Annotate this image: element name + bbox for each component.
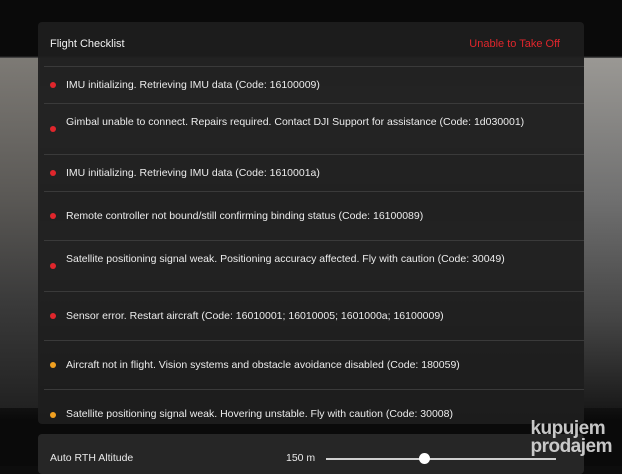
checklist-item-text: Aircraft not in flight. Vision systems a… [66, 359, 460, 371]
checklist-item: Gimbal unable to connect. Repairs requir… [44, 103, 584, 154]
rth-altitude-slider[interactable] [326, 458, 556, 460]
panel-header: Flight Checklist Unable to Take Off [38, 22, 584, 66]
checklist-item-text: IMU initializing. Retrieving IMU data (C… [66, 79, 320, 91]
flight-checklist-panel: Flight Checklist Unable to Take Off IMU … [38, 22, 584, 424]
checklist-item: Satellite positioning signal weak. Posit… [44, 240, 584, 291]
checklist-item-text: Gimbal unable to connect. Repairs requir… [66, 116, 525, 128]
takeoff-status: Unable to Take Off [469, 38, 560, 50]
checklist-item-text: Remote controller not bound/still confir… [66, 210, 424, 222]
checklist-items: IMU initializing. Retrieving IMU data (C… [38, 66, 584, 439]
rth-altitude-label: Auto RTH Altitude [50, 452, 134, 464]
error-dot-icon [50, 126, 56, 132]
checklist-item: Sensor error. Restart aircraft (Code: 16… [44, 291, 584, 340]
watermark-line2: prodajem [530, 436, 612, 457]
warning-dot-icon [50, 362, 56, 368]
error-dot-icon [50, 213, 56, 219]
checklist-item-text: Satellite positioning signal weak. Posit… [66, 253, 505, 265]
checklist-item: Satellite positioning signal weak. Hover… [44, 389, 584, 439]
rth-altitude-value: 150 m [286, 452, 316, 464]
checklist-item: IMU initializing. Retrieving IMU data (C… [44, 154, 584, 191]
rth-altitude-slider-thumb[interactable] [419, 453, 430, 464]
checklist-item-text: Sensor error. Restart aircraft (Code: 16… [66, 310, 444, 322]
camera-background-left [0, 58, 40, 408]
checklist-item-text: IMU initializing. Retrieving IMU data (C… [66, 167, 320, 179]
error-dot-icon [50, 170, 56, 176]
warning-dot-icon [50, 412, 56, 418]
camera-background-right [584, 58, 622, 408]
watermark-logo: kupujem prodajem [530, 419, 612, 457]
checklist-item: IMU initializing. Retrieving IMU data (C… [44, 66, 584, 103]
panel-title: Flight Checklist [50, 38, 125, 50]
error-dot-icon [50, 313, 56, 319]
checklist-item-text: Satellite positioning signal weak. Hover… [66, 408, 453, 420]
checklist-item: Remote controller not bound/still confir… [44, 191, 584, 240]
checklist-item: Aircraft not in flight. Vision systems a… [44, 340, 584, 389]
error-dot-icon [50, 82, 56, 88]
rth-altitude-bar: Auto RTH Altitude 150 m [38, 434, 584, 474]
error-dot-icon [50, 263, 56, 269]
